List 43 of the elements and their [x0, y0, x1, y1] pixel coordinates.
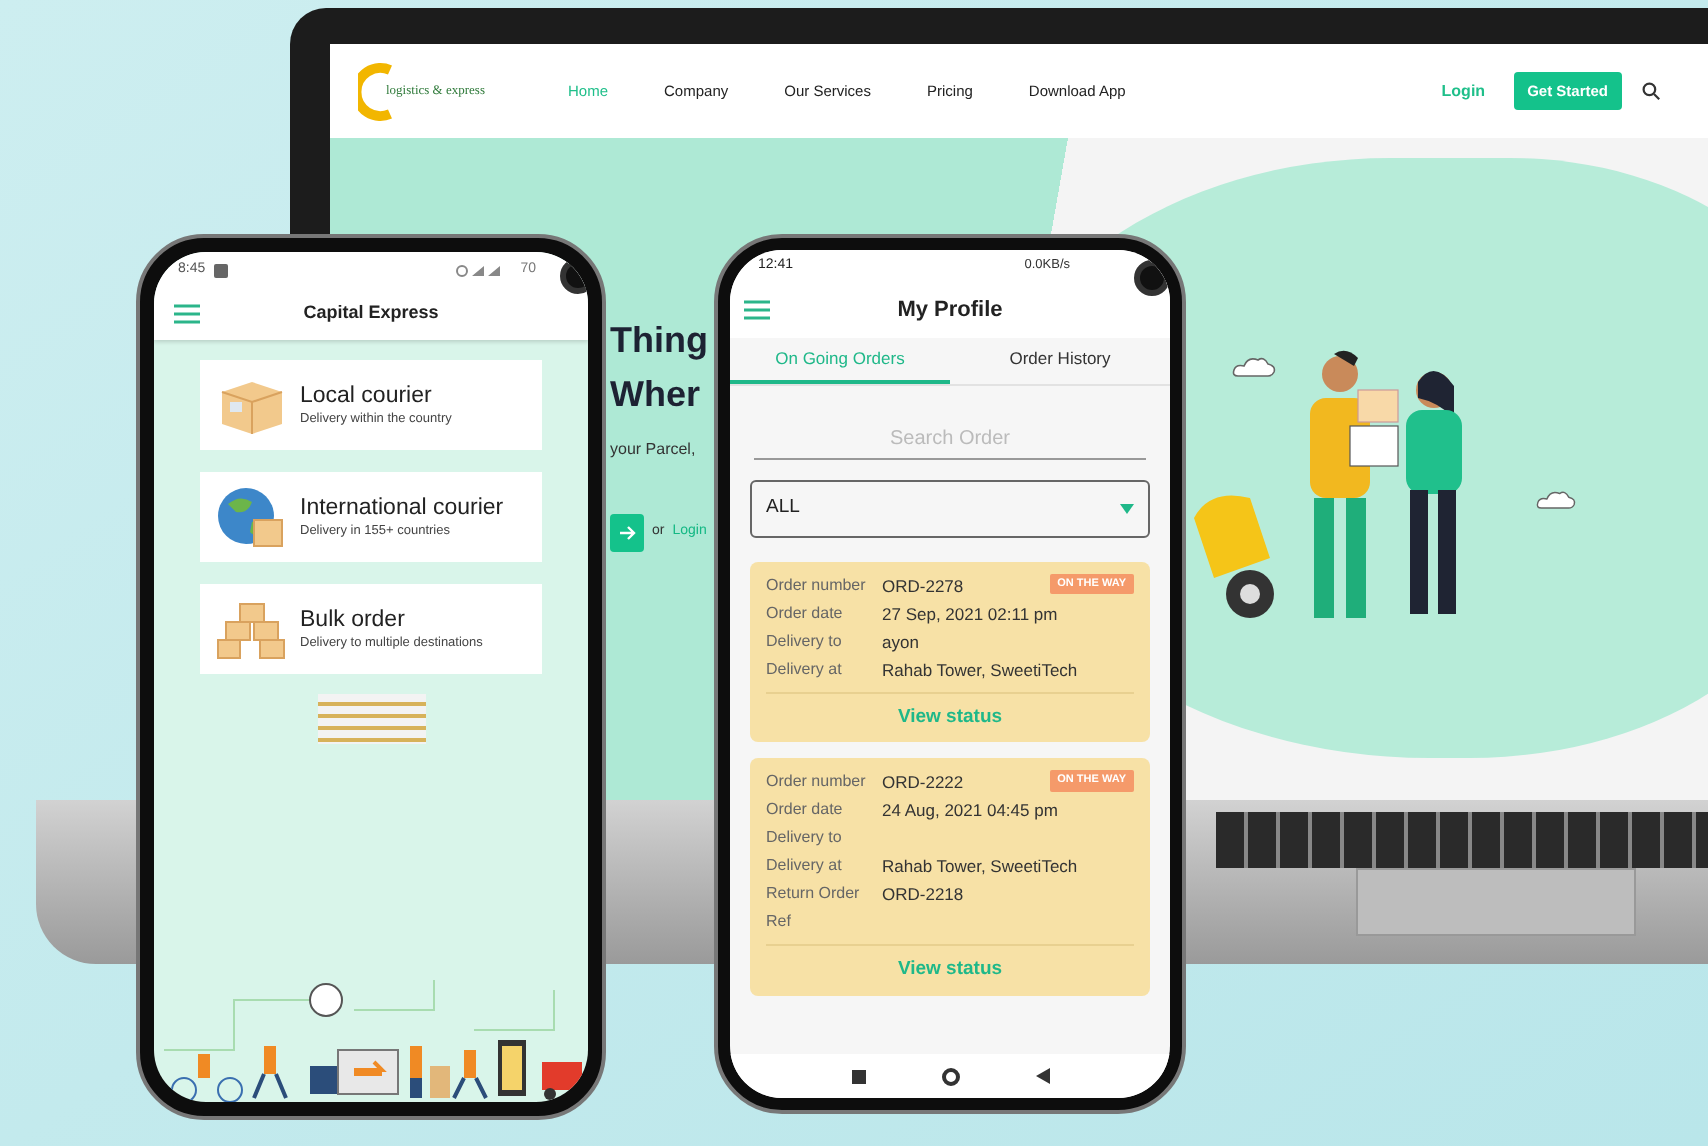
- orders-tab[interactable]: Order History: [950, 338, 1170, 384]
- back-icon[interactable]: [1035, 1068, 1049, 1084]
- service-title: Bulk order: [300, 605, 407, 634]
- field-label: Return Order Ref: [766, 882, 862, 935]
- globe-with-box-icon: [216, 485, 288, 549]
- search-icon[interactable]: [1642, 82, 1660, 100]
- dropdown-caret-icon: [1120, 504, 1134, 514]
- menu-icon[interactable]: [744, 300, 770, 320]
- field-label: Order date: [766, 602, 845, 626]
- field-label: Order number: [766, 574, 868, 598]
- home-icon[interactable]: [941, 1067, 959, 1085]
- field-label: Delivery at: [766, 658, 844, 682]
- search-order-field[interactable]: Search Order: [754, 420, 1146, 460]
- field-label: Delivery to: [766, 826, 844, 851]
- service-title: Local courier: [300, 381, 434, 410]
- hero-subtitle: your Parcel,: [610, 438, 698, 462]
- field-value: 27 Sep, 2021 02:11 pm: [882, 602, 1058, 628]
- service-title: International courier: [300, 493, 504, 522]
- camera-icon: [560, 258, 588, 294]
- hero-heading-line: Wher: [610, 372, 702, 418]
- arrow-right-icon: [619, 526, 635, 540]
- filter-dropdown[interactable]: ALL: [750, 480, 1150, 538]
- recent-apps-icon[interactable]: [851, 1069, 865, 1083]
- thumbnail-placeholder: [317, 694, 425, 744]
- logo-c-icon: [358, 59, 386, 123]
- field-value: ORD-2218: [882, 882, 964, 909]
- field-label: Delivery to: [766, 630, 844, 654]
- hero-heading-line: Thing: [610, 318, 708, 364]
- field-value: ayon: [882, 630, 919, 656]
- field-label: Delivery at: [766, 854, 844, 879]
- field-value: ORD-2278: [882, 574, 964, 600]
- cloud-icon: [1536, 488, 1576, 510]
- menu-icon[interactable]: [174, 304, 200, 324]
- field-value: ORD-2222: [882, 770, 964, 797]
- app-title: Capital Express: [301, 300, 441, 327]
- app-title: My Profile: [895, 295, 1005, 326]
- field-value: Rahab Tower, SweetiTech: [882, 658, 1078, 684]
- field-label: Order number: [766, 770, 868, 795]
- field-value: 24 Aug, 2021 04:45 pm: [882, 798, 1058, 825]
- cloud-icon: [1232, 354, 1276, 378]
- field-label: Order date: [766, 798, 845, 823]
- stacked-boxes-icon: [216, 599, 288, 659]
- field-value: Rahab Tower, SweetiTech: [882, 854, 1078, 881]
